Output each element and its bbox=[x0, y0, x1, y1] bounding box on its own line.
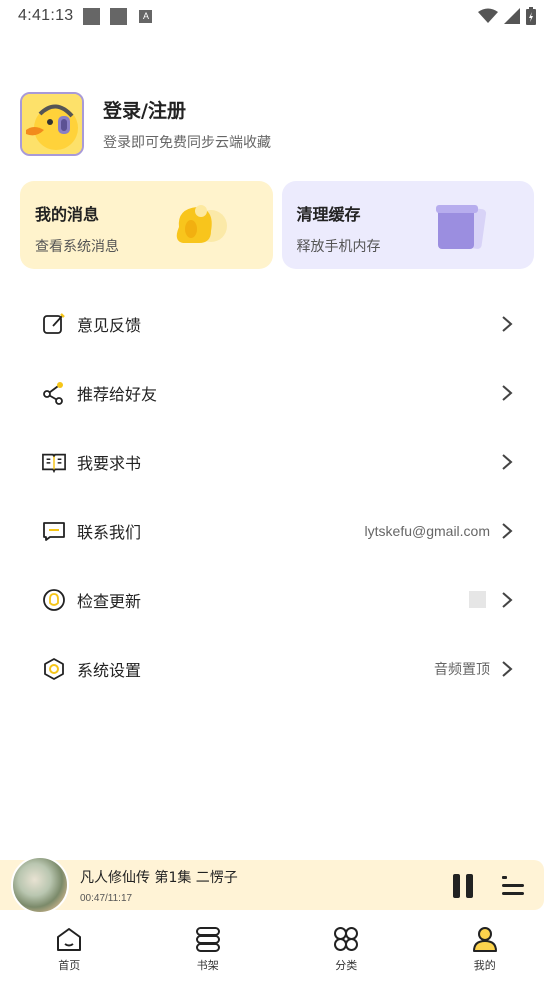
quick-cards: 我的消息 查看系统消息 清理缓存 释放手机内存 bbox=[20, 181, 534, 269]
status-time: 4:41:13 bbox=[18, 7, 74, 24]
playlist-icon[interactable] bbox=[502, 876, 524, 896]
chevron-right-icon bbox=[502, 384, 513, 401]
chevron-right-icon bbox=[502, 591, 513, 608]
menu-item-label: 推荐给好友 bbox=[77, 384, 158, 404]
notification-icon bbox=[83, 7, 101, 25]
avatar[interactable] bbox=[20, 92, 84, 156]
menu-item-label: 联系我们 bbox=[77, 522, 142, 542]
pause-button[interactable] bbox=[451, 874, 475, 898]
chat-icon bbox=[42, 519, 66, 543]
profile-icon bbox=[472, 927, 497, 952]
menu-item-label: 检查更新 bbox=[77, 591, 142, 611]
notification-icon bbox=[110, 7, 128, 25]
bottom-nav: 首页 书架 分类 我的 bbox=[0, 920, 554, 984]
nav-category[interactable]: 分类 bbox=[277, 920, 416, 984]
pause-bar bbox=[453, 874, 460, 898]
signal-icon bbox=[504, 8, 520, 24]
book-open-icon bbox=[42, 450, 66, 474]
login-register-title[interactable]: 登录/注册 bbox=[103, 96, 271, 123]
contact-email: lytskefu@gmail.com bbox=[364, 522, 490, 539]
menu-item-contact[interactable]: 联系我们 lytskefu@gmail.com bbox=[0, 496, 554, 565]
login-profile[interactable]: 登录/注册 登录即可免费同步云端收藏 bbox=[20, 92, 271, 156]
clear-cache-card[interactable]: 清理缓存 释放手机内存 bbox=[281, 181, 534, 269]
nav-home[interactable]: 首页 bbox=[0, 920, 139, 984]
nav-profile[interactable]: 我的 bbox=[416, 920, 554, 984]
menu-item-label: 我要求书 bbox=[77, 453, 142, 473]
chevron-right-icon bbox=[502, 453, 513, 470]
player-time: 00:47/11:17 bbox=[80, 893, 133, 904]
nav-label: 我的 bbox=[473, 959, 496, 972]
bell-cloud-icon bbox=[176, 205, 227, 243]
player-cover-art[interactable] bbox=[11, 856, 69, 914]
pause-bar bbox=[466, 874, 473, 898]
chevron-right-icon bbox=[502, 660, 513, 677]
player-title: 凡人修仙传 第1集 二愣子 bbox=[80, 870, 238, 886]
menu-item-label: 系统设置 bbox=[77, 660, 142, 680]
chevron-right-icon bbox=[502, 522, 513, 539]
menu-item-label: 意见反馈 bbox=[77, 315, 142, 335]
chevron-right-icon bbox=[502, 315, 513, 332]
trash-icon bbox=[436, 205, 487, 249]
settings-icon bbox=[42, 657, 66, 681]
nav-label: 首页 bbox=[58, 959, 81, 972]
settings-value: 音频置顶 bbox=[434, 661, 490, 678]
bookshelf-icon bbox=[195, 927, 220, 952]
status-icons bbox=[478, 7, 536, 25]
login-subtitle: 登录即可免费同步云端收藏 bbox=[103, 135, 271, 151]
edit-icon bbox=[42, 312, 66, 336]
duck-headphones-icon bbox=[22, 94, 82, 154]
status-bar: 4:41:13 A bbox=[0, 0, 554, 32]
mini-player[interactable]: 凡人修仙传 第1集 二愣子 00:47/11:17 bbox=[0, 856, 544, 914]
menu-item-request-book[interactable]: 我要求书 bbox=[0, 427, 554, 496]
home-icon bbox=[57, 928, 82, 951]
update-indicator bbox=[469, 591, 486, 608]
my-messages-card[interactable]: 我的消息 查看系统消息 bbox=[20, 181, 273, 269]
a-badge-icon: A bbox=[139, 9, 153, 23]
menu-item-recommend[interactable]: 推荐给好友 bbox=[0, 358, 554, 427]
menu-item-check-update[interactable]: 检查更新 bbox=[0, 565, 554, 634]
update-icon bbox=[42, 588, 66, 612]
nav-label: 分类 bbox=[335, 959, 358, 972]
wifi-icon bbox=[478, 8, 498, 23]
menu-item-system-settings[interactable]: 系统设置 音频置顶 bbox=[0, 634, 554, 703]
nav-bookshelf[interactable]: 书架 bbox=[139, 920, 278, 984]
nav-label: 书架 bbox=[196, 959, 219, 972]
settings-menu: 意见反馈 推荐给好友 我要求书 联系我们 lytskefu@gmail.com … bbox=[0, 289, 554, 703]
share-icon bbox=[42, 381, 66, 405]
category-icon bbox=[334, 927, 359, 951]
menu-item-feedback[interactable]: 意见反馈 bbox=[0, 289, 554, 358]
battery-icon bbox=[526, 7, 536, 25]
